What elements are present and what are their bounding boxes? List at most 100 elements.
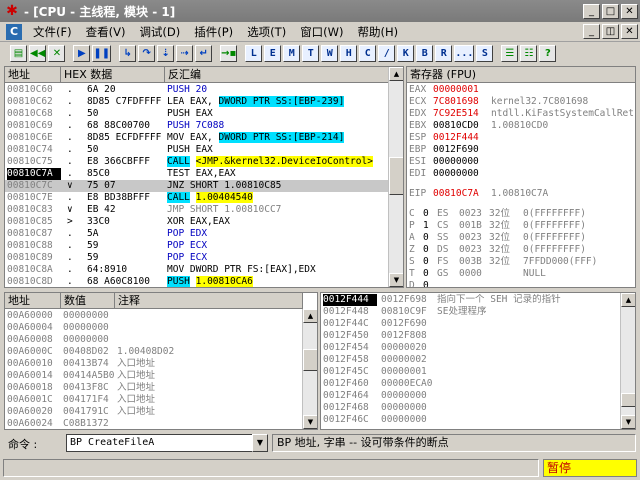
stack-scroll-up-icon[interactable]: ▲ — [621, 293, 635, 307]
threads-window-button[interactable]: T — [302, 44, 320, 62]
step-into-icon[interactable]: ↳ — [119, 44, 137, 62]
stack-row[interactable]: 0012F460 00000ECA0 — [321, 378, 620, 390]
disasm-row[interactable]: 00810C87. 5A POP EDX — [5, 228, 388, 240]
disasm-row[interactable]: 00810C62. 8D85 C7FDFFFF LEA EAX, DWORD PTR… — [5, 96, 388, 108]
dump-scrollbar[interactable]: ▲ ▼ — [302, 309, 317, 429]
disasm-row[interactable]: 00810C7C ∨ 75 07 JNZ SHORT 1.00810C85 — [5, 180, 388, 192]
register-value[interactable]: 00810CD0 — [433, 120, 489, 132]
menu-view[interactable]: 查看(V) — [79, 24, 133, 40]
stack-scrollbar[interactable]: ▲ ▼ — [620, 293, 635, 429]
dump-header-comment[interactable]: 注释 — [115, 293, 303, 309]
stack-row[interactable]: 0012F46C 00000000 — [321, 414, 620, 426]
dump-row[interactable]: 00A6001C 004171F4 入口地址 — [5, 394, 302, 406]
flag-value[interactable]: 0 — [423, 256, 433, 268]
scroll-up-icon[interactable]: ▲ — [389, 67, 403, 81]
registers-header[interactable]: 寄存器 (FPU) — [407, 67, 635, 83]
dump-row[interactable]: 00A60014 00414A5B0 入口地址 — [5, 370, 302, 382]
patches-window-button[interactable]: / — [378, 44, 396, 62]
flag-row[interactable]: S 0 FS 003B 32位 7FFDD000(FFF) — [407, 256, 635, 268]
dump-scroll-down-icon[interactable]: ▼ — [303, 415, 317, 429]
trace-over-icon[interactable]: ⇢ — [176, 44, 194, 62]
maximize-icon[interactable]: □ — [602, 3, 619, 19]
goto-icon[interactable]: →▪ — [220, 44, 238, 62]
menu-file[interactable]: 文件(F) — [26, 24, 79, 40]
windows-window-button[interactable]: W — [321, 44, 339, 62]
flag-value[interactable]: 0 — [423, 208, 433, 220]
disasm-row[interactable]: 00810C68. 50 PUSH EAX — [5, 108, 388, 120]
register-value[interactable]: 0012F444 — [433, 132, 489, 144]
log-window-button[interactable]: L — [245, 44, 263, 62]
dump-row[interactable]: 00A60010 00413B74 入口地址 — [5, 358, 302, 370]
register-row-eip[interactable]: EIP 00810C7A 1.00810C7A — [407, 188, 635, 200]
register-value[interactable]: 00000000 — [433, 168, 489, 180]
menu-help[interactable]: 帮助(H) — [351, 24, 406, 40]
memory-window-button[interactable]: M — [283, 44, 301, 62]
register-value[interactable]: 00810C7A — [433, 188, 489, 200]
trace-into-icon[interactable]: ⇣ — [157, 44, 175, 62]
disasm-row[interactable]: 00810C89. 59 POP ECX — [5, 252, 388, 264]
dump-row[interactable]: 00A60008 00000000 — [5, 334, 302, 346]
dump-row[interactable]: 00A60020 0041791C 入口地址 — [5, 406, 302, 418]
step-over-icon[interactable]: ↷ — [138, 44, 156, 62]
stack-row[interactable]: 0012F450 0012F808 — [321, 330, 620, 342]
call-stack-window-button[interactable]: K — [397, 44, 415, 62]
stack-row[interactable]: 0012F454 00000020 — [321, 342, 620, 354]
dump-row[interactable]: 00A60004 00000000 — [5, 322, 302, 334]
options-list-icon[interactable]: ☷ — [520, 44, 538, 62]
register-row[interactable]: EAX 00000001 — [407, 84, 635, 96]
dump-scroll-up-icon[interactable]: ▲ — [303, 309, 317, 323]
disasm-row[interactable]: 00810C83 ∨ EB 42 JMP SHORT 1.00810CC7 — [5, 204, 388, 216]
cpu-window-button[interactable]: C — [359, 44, 377, 62]
stack-pane[interactable]: 0012F444 0012F698 指向下一个 SEH 记录的指针 0012F448 0… — [320, 292, 636, 430]
stack-row[interactable]: 0012F468 00000000 — [321, 402, 620, 414]
register-value[interactable]: 00000000 — [433, 156, 489, 168]
stack-row[interactable]: 0012F458 00000002 — [321, 354, 620, 366]
run-trace-window-button[interactable]: ... — [454, 44, 475, 62]
dump-row[interactable]: 00A60024 C08B1372 — [5, 418, 302, 429]
stack-row[interactable]: 0012F45C 00000001 — [321, 366, 620, 378]
disasm-row[interactable]: 00810C88. 59 POP ECX — [5, 240, 388, 252]
disasm-row[interactable]: 00810C69. 68 88C00700 PUSH 7C088 — [5, 120, 388, 132]
menu-window[interactable]: 窗口(W) — [293, 24, 350, 40]
flag-value[interactable]: 1 — [423, 220, 433, 232]
register-row[interactable]: EBP 0012F690 — [407, 144, 635, 156]
disasm-header-hex[interactable]: HEX 数据 — [61, 67, 165, 83]
stack-row[interactable]: 0012F448 00810C9F SE处理程序 — [321, 306, 620, 318]
disasm-header-disassembly[interactable]: 反汇编 — [165, 67, 389, 83]
command-dropdown-icon[interactable]: ▼ — [252, 434, 268, 452]
register-value[interactable]: 00000001 — [433, 84, 489, 96]
register-row[interactable]: EDX 7C92E514 ntdll.KiFastSystemCallRet — [407, 108, 635, 120]
register-row[interactable]: ESI 00000000 — [407, 156, 635, 168]
dump-header-value[interactable]: 数值 — [61, 293, 115, 309]
minimize-icon[interactable]: _ — [583, 3, 600, 19]
disasm-row[interactable]: 00810C85 >33C0 XOR EAX,EAX — [5, 216, 388, 228]
child-restore-icon[interactable]: ◫ — [602, 24, 619, 39]
cpu-window-icon[interactable]: C — [6, 23, 22, 40]
disasm-row[interactable]: 00810C8D. 68 A60C8100 PUSH 1.00810CA6 — [5, 276, 388, 287]
pause-icon[interactable]: ❚❚ — [92, 44, 112, 62]
disasm-row[interactable]: 00810C7A. 85C0 TEST EAX,EAX — [5, 168, 388, 180]
command-input[interactable]: BP CreateFileA — [66, 434, 256, 452]
references-window-button[interactable]: R — [435, 44, 453, 62]
dump-scroll-thumb[interactable] — [303, 349, 317, 371]
dump-row[interactable]: 00A60018 00413F8C 入口地址 — [5, 382, 302, 394]
stack-row[interactable]: 0012F44C 0012F690 — [321, 318, 620, 330]
child-minimize-icon[interactable]: _ — [583, 24, 600, 39]
restart-icon[interactable]: ◀◀ — [29, 44, 47, 62]
flag-value[interactable]: 0 — [423, 280, 433, 287]
register-value[interactable]: 7C801698 — [433, 96, 489, 108]
source-window-button[interactable]: S — [476, 44, 494, 62]
flag-row[interactable]: A 0 SS 0023 32位 0(FFFFFFFF) — [407, 232, 635, 244]
disasm-row[interactable]: 00810C74. 50 PUSH EAX — [5, 144, 388, 156]
registers-pane[interactable]: 寄存器 (FPU) EAX 00000001 ECX 7C801698 kernel32… — [406, 66, 636, 288]
close-program-icon[interactable]: ✕ — [48, 44, 66, 62]
register-row[interactable]: EBX 00810CD0 1.00810CD0 — [407, 120, 635, 132]
register-value[interactable]: 7C92E514 — [433, 108, 489, 120]
dump-row[interactable]: 00A60000 00000000 — [5, 310, 302, 322]
flag-value[interactable]: 0 — [423, 232, 433, 244]
disasm-row[interactable]: 00810C7E. E8 BD38BFFF CALL 1.00404540 — [5, 192, 388, 204]
register-row[interactable]: ESP 0012F444 — [407, 132, 635, 144]
menu-options[interactable]: 选项(T) — [240, 24, 293, 40]
scroll-down-icon[interactable]: ▼ — [389, 273, 403, 287]
disasm-row[interactable]: 00810C6E. 8D85 ECFDFFFF MOV EAX, DWORD PTR… — [5, 132, 388, 144]
